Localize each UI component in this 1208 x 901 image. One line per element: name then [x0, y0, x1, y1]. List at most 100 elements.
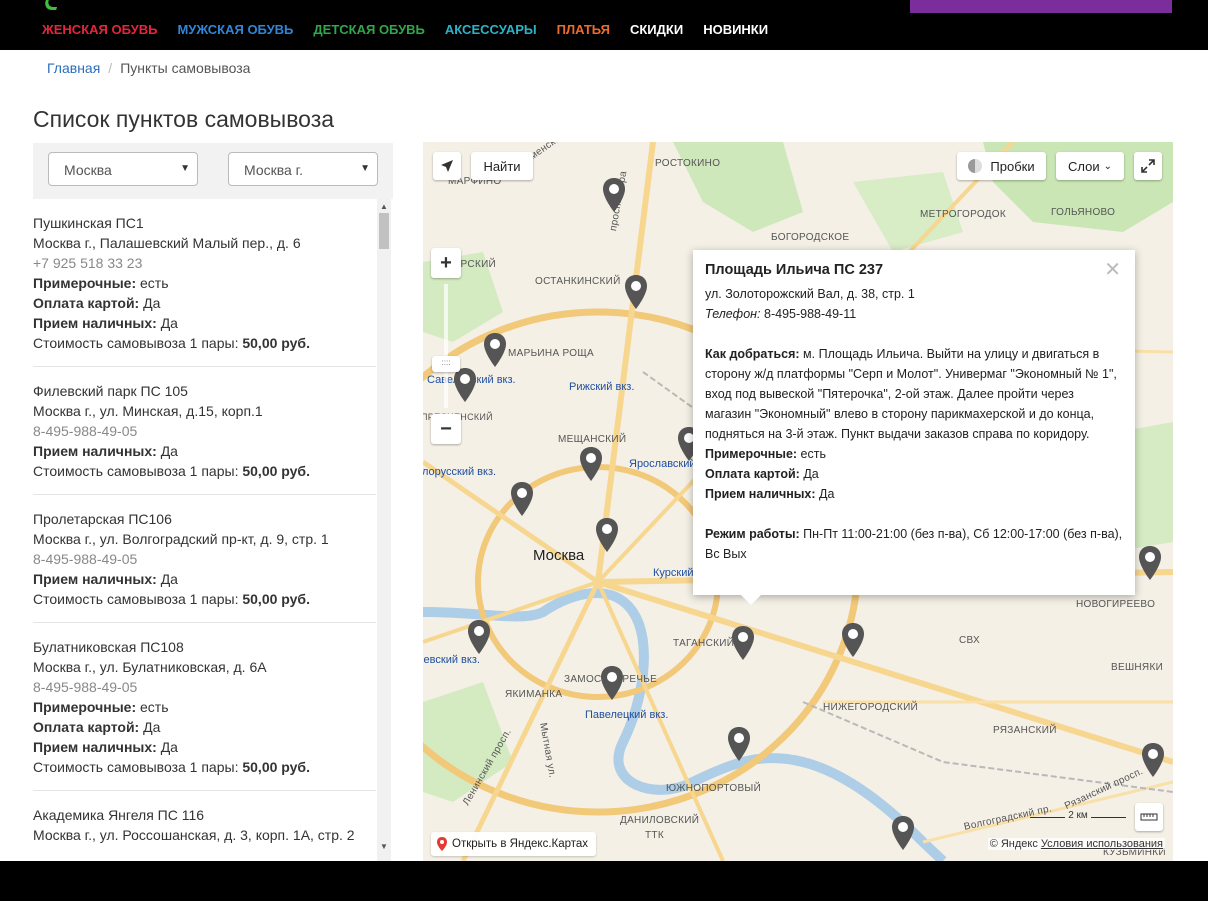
top-navigation: ЖЕНСКАЯ ОБУВЬ МУЖСКАЯ ОБУВЬ ДЕТСКАЯ ОБУВ…	[0, 0, 1208, 50]
ruler-icon	[1140, 813, 1158, 821]
zoom-out-button[interactable]: −	[431, 414, 461, 444]
close-icon[interactable]: ✕	[1104, 260, 1121, 280]
map-pin-icon[interactable]	[623, 273, 649, 313]
point-price: Стоимость самовывоза 1 пары: 50,00 руб.	[33, 335, 310, 351]
nav-sale[interactable]: СКИДКИ	[630, 22, 683, 37]
nav-new[interactable]: НОВИНКИ	[703, 22, 768, 37]
pickup-map[interactable]: РОСТОКИНО МАРФИНО МЕТРОГОРОДОК ГОЛЬЯНОВО…	[423, 142, 1173, 861]
map-pin-icon[interactable]	[599, 664, 625, 704]
pickup-list[interactable]: Пушкинская ПС1 Москва г., Палашевский Ма…	[33, 199, 377, 861]
geolocation-button[interactable]	[433, 152, 461, 180]
city-select-value: Москва	[64, 162, 112, 178]
locality-select-value: Москва г.	[244, 162, 303, 178]
list-item[interactable]: Филевский парк ПС 105 Москва г., ул. Мин…	[33, 367, 376, 495]
logo-icon[interactable]	[42, 0, 60, 10]
balloon-title: Площадь Ильича ПС 237	[705, 262, 884, 278]
map-label: СВХ	[959, 635, 981, 646]
traffic-icon	[968, 159, 983, 173]
map-label: ЮЖНОПОРТОВЫЙ	[666, 783, 762, 794]
open-in-yandex-link[interactable]: Открыть в Яндекс.Картах	[431, 832, 597, 856]
city-select[interactable]: Москва ▼	[48, 152, 198, 186]
point-fitting: Примерочные: есть	[33, 699, 169, 715]
map-label: НИЖЕГОРОДСКИЙ	[823, 702, 919, 713]
category-menu: ЖЕНСКАЯ ОБУВЬ МУЖСКАЯ ОБУВЬ ДЕТСКАЯ ОБУВ…	[42, 22, 768, 37]
point-name: Академика Янгеля ПС 116	[33, 807, 205, 823]
list-item[interactable]: Пролетарская ПС106 Москва г., ул. Волгог…	[33, 495, 376, 623]
open-in-yandex-label: Открыть в Яндекс.Картах	[452, 838, 589, 850]
map-copyright: © Яндекс Условия использования	[987, 838, 1165, 850]
zoom-in-button[interactable]: +	[431, 248, 461, 278]
scrollbar-thumb[interactable]	[379, 213, 389, 249]
point-address: Москва г., ул. Волгоградский пр-кт, д. 9…	[33, 531, 329, 547]
point-phone: +7 925 518 33 23	[33, 255, 143, 271]
map-pin-icon[interactable]	[1140, 741, 1166, 781]
map-pin-icon[interactable]	[730, 624, 756, 664]
map-label: РЯЗАНСКИЙ	[993, 725, 1057, 736]
locality-select[interactable]: Москва г. ▼	[228, 152, 378, 186]
map-pin-icon[interactable]	[840, 621, 866, 661]
balloon-fitting: Примерочные: есть	[705, 447, 826, 461]
zoom-control: + :::: −	[431, 248, 461, 444]
traffic-button[interactable]: Пробки	[957, 152, 1046, 180]
pickup-list-panel: Москва ▼ Москва г. ▼ Пушкинская ПС1 Моск…	[33, 143, 393, 861]
pickup-point-balloon: ✕ Площадь Ильича ПС 237 ул. Золоторожски…	[693, 250, 1135, 605]
point-name: Пушкинская ПС1	[33, 215, 144, 231]
layers-label: Слои	[1067, 158, 1100, 174]
balloon-cash: Прием наличных: Да	[705, 487, 835, 501]
map-label: ОСТАНКИНСКИЙ	[535, 276, 621, 287]
chevron-down-icon: ▼	[360, 163, 370, 174]
map-pin-icon[interactable]	[726, 725, 752, 765]
copyright-text: © Яндекс	[989, 838, 1038, 850]
point-price: Стоимость самовывоза 1 пары: 50,00 руб.	[33, 463, 310, 479]
map-marker-icon	[437, 837, 447, 851]
nav-women-shoes[interactable]: ЖЕНСКАЯ ОБУВЬ	[42, 22, 157, 37]
map-label: ДАНИЛОВСКИЙ	[620, 815, 700, 826]
breadcrumb-home[interactable]: Главная	[47, 60, 100, 76]
map-scale-label: 2 км	[1065, 810, 1091, 821]
nav-kids-shoes[interactable]: ДЕТСКАЯ ОБУВЬ	[313, 22, 425, 37]
map-pin-icon[interactable]	[1137, 544, 1163, 584]
map-label: БОГОРОДСКОЕ	[771, 232, 850, 243]
list-scrollbar[interactable]: ▲ ▼	[377, 199, 391, 861]
point-address: Москва г., ул. Булатниковская, д. 6А	[33, 659, 267, 675]
list-item[interactable]: Пушкинская ПС1 Москва г., Палашевский Ма…	[33, 199, 376, 367]
point-price: Стоимость самовывоза 1 пары: 50,00 руб.	[33, 759, 310, 775]
point-name: Пролетарская ПС106	[33, 511, 172, 527]
map-pin-icon[interactable]	[890, 814, 916, 854]
layers-button[interactable]: Слои ⌄	[1056, 152, 1124, 180]
map-pin-icon[interactable]	[601, 176, 627, 216]
map-pin-icon[interactable]	[578, 445, 604, 485]
point-name: Булатниковская ПС108	[33, 639, 184, 655]
point-phone: 8-495-988-49-05	[33, 679, 138, 695]
terms-link[interactable]: Условия использования	[1041, 838, 1163, 850]
list-item[interactable]: Академика Янгеля ПС 116 Москва г., ул. Р…	[33, 791, 376, 858]
fullscreen-button[interactable]	[1134, 152, 1162, 180]
find-button[interactable]: Найти	[471, 152, 533, 180]
balloon-hours: Режим работы: Пн-Пт 11:00-21:00 (без п-в…	[705, 527, 1123, 561]
chevron-down-icon: ⌄	[1103, 160, 1112, 172]
station-label: Рижский вкз.	[569, 381, 635, 393]
map-pin-icon[interactable]	[466, 618, 492, 658]
map-label: МЕТРОГОРОДОК	[920, 209, 1006, 220]
ruler-button[interactable]	[1135, 803, 1163, 831]
map-label: ТАГАНСКИЙ	[673, 638, 735, 649]
map-label: ГОЛЬЯНОВО	[1051, 207, 1116, 218]
map-pin-icon[interactable]	[594, 516, 620, 556]
scroll-down-icon[interactable]: ▼	[380, 842, 388, 851]
promo-banner[interactable]	[910, 0, 1172, 13]
list-item[interactable]: Булатниковская ПС108 Москва г., ул. Була…	[33, 623, 376, 791]
zoom-slider[interactable]: ::::	[432, 284, 460, 408]
nav-accessories[interactable]: АКСЕССУАРЫ	[445, 22, 537, 37]
station-label: Павелецкий вкз.	[585, 709, 669, 721]
map-label: НОВОГИРЕЕВО	[1076, 599, 1156, 610]
map-pin-icon[interactable]	[509, 480, 535, 520]
point-cash: Прием наличных: Да	[33, 571, 178, 587]
nav-dresses[interactable]: ПЛАТЬЯ	[557, 22, 610, 37]
zoom-slider-handle[interactable]: ::::	[432, 356, 460, 372]
scroll-up-icon[interactable]: ▲	[380, 202, 388, 211]
balloon-directions: Как добраться: м. Площадь Ильича. Выйти …	[705, 347, 1117, 441]
nav-men-shoes[interactable]: МУЖСКАЯ ОБУВЬ	[177, 22, 293, 37]
point-address: Москва г., ул. Россошанская, д. 3, корп.…	[33, 827, 355, 843]
map-label: МЕЩАНСКИЙ	[558, 434, 627, 445]
map-pin-icon[interactable]	[482, 331, 508, 371]
